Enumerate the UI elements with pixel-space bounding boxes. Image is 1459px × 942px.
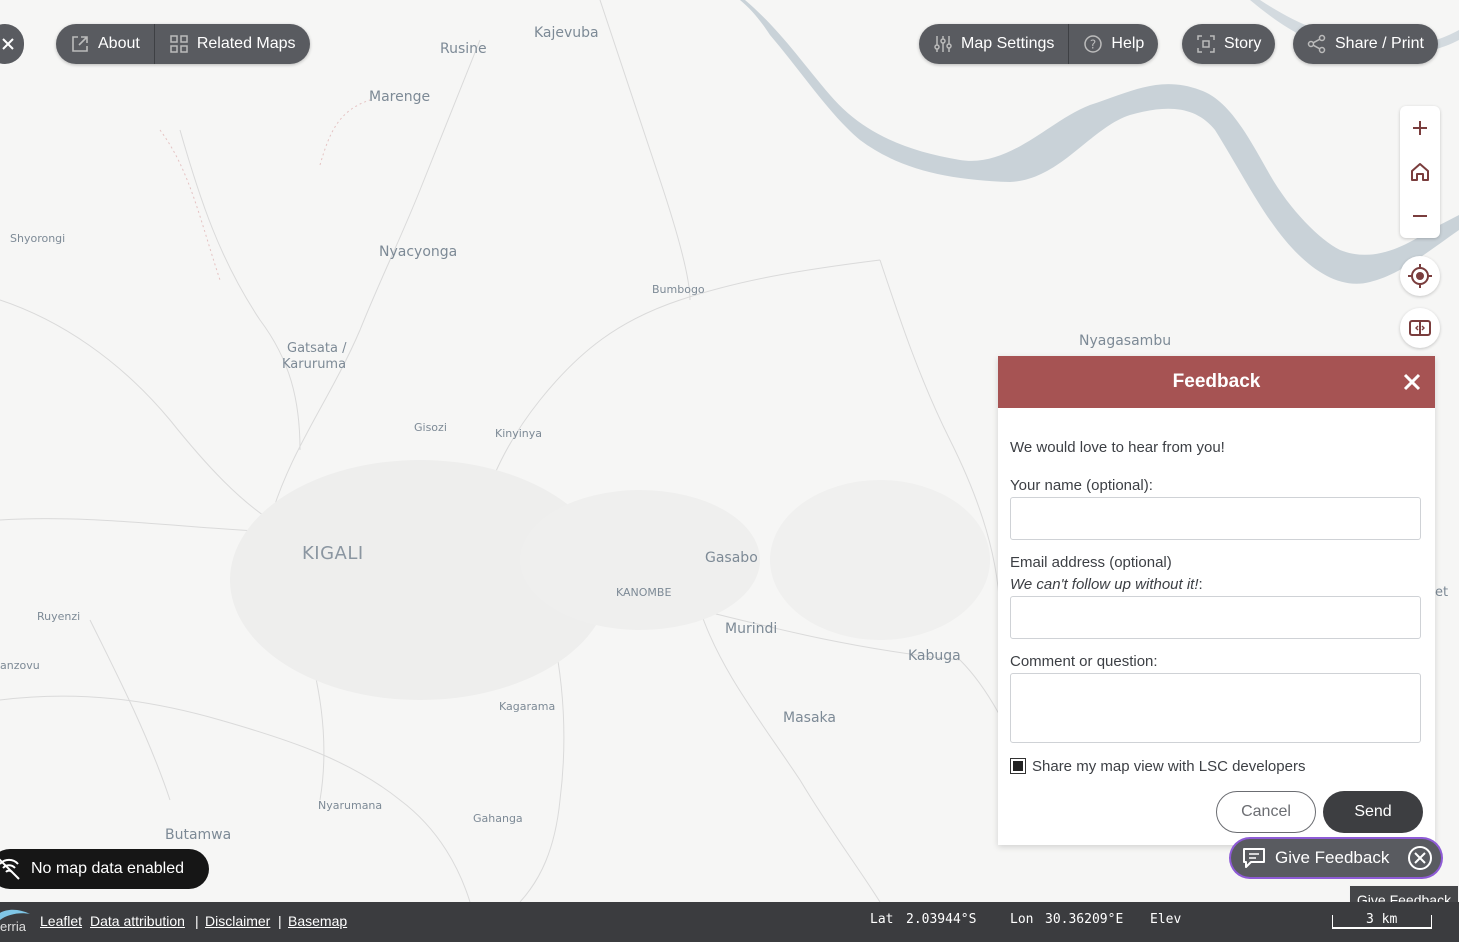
- locate-icon: [1408, 264, 1432, 288]
- email-note-colon: :: [1198, 576, 1203, 593]
- check-mark: [1013, 761, 1023, 771]
- story-button[interactable]: Story: [1182, 24, 1276, 64]
- place-label: Murindi: [725, 621, 778, 637]
- place-label: Nyacyonga: [379, 244, 458, 260]
- email-label: Email address (optional): [1010, 554, 1172, 571]
- close-icon[interactable]: [1401, 371, 1423, 393]
- basemap-link[interactable]: Basemap: [288, 913, 347, 929]
- name-field[interactable]: [1010, 497, 1421, 540]
- brand-text: erria: [0, 919, 27, 934]
- place-label: Gatsata /: [287, 341, 347, 356]
- locate-button[interactable]: [1400, 256, 1440, 296]
- related-maps-button[interactable]: Related Maps: [153, 24, 310, 64]
- zoom-in-button[interactable]: [1400, 106, 1440, 150]
- help-button[interactable]: ? Help: [1068, 24, 1158, 64]
- place-label: Marenge: [369, 89, 431, 105]
- feedback-title: Feedback: [1172, 371, 1261, 392]
- scale-label: 3 km: [1366, 912, 1398, 927]
- give-feedback-label: Give Feedback: [1275, 848, 1390, 867]
- feedback-panel: Feedback We would love to hear from you!…: [998, 356, 1435, 845]
- give-feedback-button[interactable]: Give Feedback: [1231, 839, 1441, 877]
- split-view-button[interactable]: [1400, 308, 1440, 348]
- lon-label: Lon: [1010, 912, 1034, 927]
- map-settings-button[interactable]: Map Settings: [919, 24, 1068, 64]
- place-label: Kinyinya: [495, 427, 543, 440]
- place-label: Butamwa: [165, 827, 232, 843]
- place-label: Shyorongi: [10, 232, 66, 245]
- lat-label: Lat: [870, 912, 894, 927]
- place-label: Karuruma: [282, 357, 347, 372]
- place-label: Rusine: [440, 41, 487, 57]
- lon-value: 30.36209°E: [1045, 912, 1124, 927]
- about-label: About: [98, 35, 140, 52]
- feedback-icon: [1243, 848, 1265, 868]
- place-label: anzovu: [0, 659, 40, 672]
- share-print-button[interactable]: Share / Print: [1293, 24, 1438, 64]
- no-data-icon: [0, 858, 20, 880]
- email-note: We can't follow up without it!:: [1010, 576, 1203, 593]
- place-label: KANOMBE: [616, 586, 672, 599]
- place-label: Kabuga: [908, 648, 961, 664]
- minus-icon: [1413, 215, 1427, 217]
- no-data-label: No map data enabled: [31, 860, 184, 877]
- name-label: Your name (optional):: [1010, 477, 1153, 494]
- elev-label: Elev: [1150, 912, 1182, 927]
- help-label: Help: [1111, 35, 1145, 52]
- place-label: Ruyenzi: [37, 610, 81, 623]
- share-label: Share / Print: [1335, 35, 1424, 52]
- feedback-header: Feedback: [998, 356, 1435, 408]
- nav-settings-group: Map Settings ? Help: [919, 24, 1159, 64]
- no-data-status[interactable]: No map data enabled: [0, 849, 209, 889]
- story-icon: [1197, 35, 1215, 53]
- close-icon: [2, 38, 14, 50]
- place-label: Gisozi: [414, 421, 447, 434]
- lat-value: 2.03944°S: [906, 912, 977, 927]
- disclaimer-link[interactable]: Disclaimer: [205, 913, 270, 929]
- place-label: KIGALI: [302, 543, 364, 564]
- place-label: et: [1435, 585, 1449, 600]
- share-view-checkbox[interactable]: [1010, 758, 1026, 774]
- zoom-controls: [1400, 106, 1440, 238]
- home-icon: [1411, 163, 1429, 181]
- plus-icon: [1413, 121, 1427, 135]
- separator: |: [278, 913, 282, 929]
- email-note-text: We can't follow up without it!: [1010, 576, 1199, 593]
- about-button[interactable]: About: [56, 24, 154, 64]
- email-field[interactable]: [1010, 596, 1421, 639]
- place-label: Gasabo: [705, 550, 758, 566]
- zoom-out-button[interactable]: [1400, 194, 1440, 238]
- place-label: Masaka: [783, 710, 836, 726]
- leaflet-link[interactable]: Leaflet: [40, 913, 82, 929]
- place-label: Nyarumana: [318, 799, 383, 812]
- help-icon: ?: [1084, 35, 1103, 53]
- comment-label: Comment or question:: [1010, 653, 1158, 670]
- send-button[interactable]: Send: [1323, 791, 1423, 833]
- place-label: Kajevuba: [534, 25, 599, 41]
- map-settings-label: Map Settings: [961, 35, 1055, 52]
- close-circle-icon[interactable]: [1407, 845, 1433, 871]
- comment-textarea[interactable]: [1010, 673, 1421, 743]
- bottom-bar: erria Leaflet Data attribution | Disclai…: [0, 902, 1459, 942]
- home-button[interactable]: [1400, 150, 1440, 194]
- separator: |: [195, 913, 199, 929]
- story-label: Story: [1224, 35, 1262, 52]
- external-link-icon: [72, 36, 88, 52]
- grid-icon: [170, 35, 188, 53]
- sliders-icon: [934, 36, 952, 52]
- feedback-intro: We would love to hear from you!: [1010, 439, 1225, 456]
- place-label: Gahanga: [473, 812, 523, 825]
- data-attribution-link[interactable]: Data attribution: [90, 913, 185, 929]
- place-label: Nyagasambu: [1079, 333, 1172, 349]
- nav-left-group: About Related Maps: [56, 24, 310, 64]
- place-label: Kagarama: [499, 700, 556, 713]
- svg-text:?: ?: [1090, 38, 1096, 52]
- split-icon: [1409, 320, 1431, 336]
- place-label: Bumbogo: [652, 283, 705, 296]
- share-icon: [1307, 34, 1326, 54]
- related-maps-label: Related Maps: [196, 35, 296, 52]
- share-view-label[interactable]: Share my map view with LSC developers: [1032, 758, 1305, 775]
- cancel-button[interactable]: Cancel: [1216, 791, 1316, 833]
